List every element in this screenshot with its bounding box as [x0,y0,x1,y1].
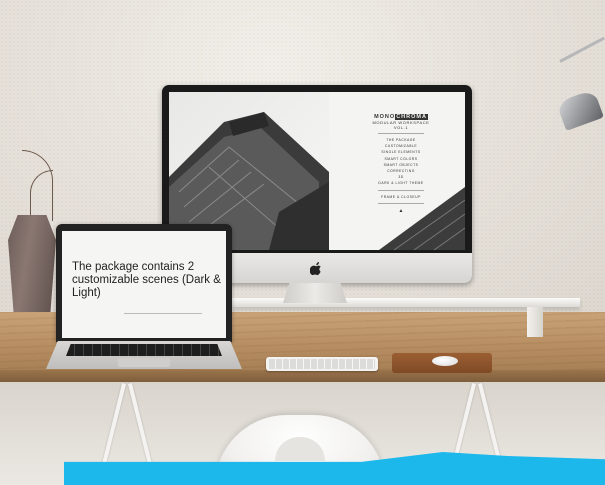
vase [8,215,56,315]
mouse [432,356,458,366]
laptop-keyboard [66,344,222,356]
arrow-icon[interactable]: ▲ [351,208,451,214]
laptop-screen: The package contains 2 customizable scen… [62,231,226,338]
menu-item-frame-closeup[interactable]: FRAME & CLOSEUP [351,194,451,200]
menu-item[interactable]: DARK & LIGHT THEME [351,180,451,186]
divider [378,189,424,191]
desk-edge [0,370,605,382]
mockup-scene: MONOCHROMA MODULAR WORKSPACE VOL.1 THE P… [0,0,605,485]
laptop: The package contains 2 customizable scen… [56,224,232,342]
brand-volume: VOL.1 [393,125,409,130]
keyboard [266,357,378,371]
apple-logo-icon [309,262,323,276]
menu-list: THE PACKAGE CUSTOMIZABLE SINGLE ELEMENTS… [351,137,451,187]
laptop-trackpad [118,358,170,367]
divider [378,133,424,134]
shelf-leg [527,307,543,337]
monitor-menu: MONOCHROMA MODULAR WORKSPACE VOL.1 THE P… [351,114,451,214]
divider [378,202,424,204]
laptop-screen-text: The package contains 2 customizable scen… [72,261,221,299]
divider [124,313,202,314]
apple-icon [309,262,321,276]
monitor-stand [283,283,347,303]
